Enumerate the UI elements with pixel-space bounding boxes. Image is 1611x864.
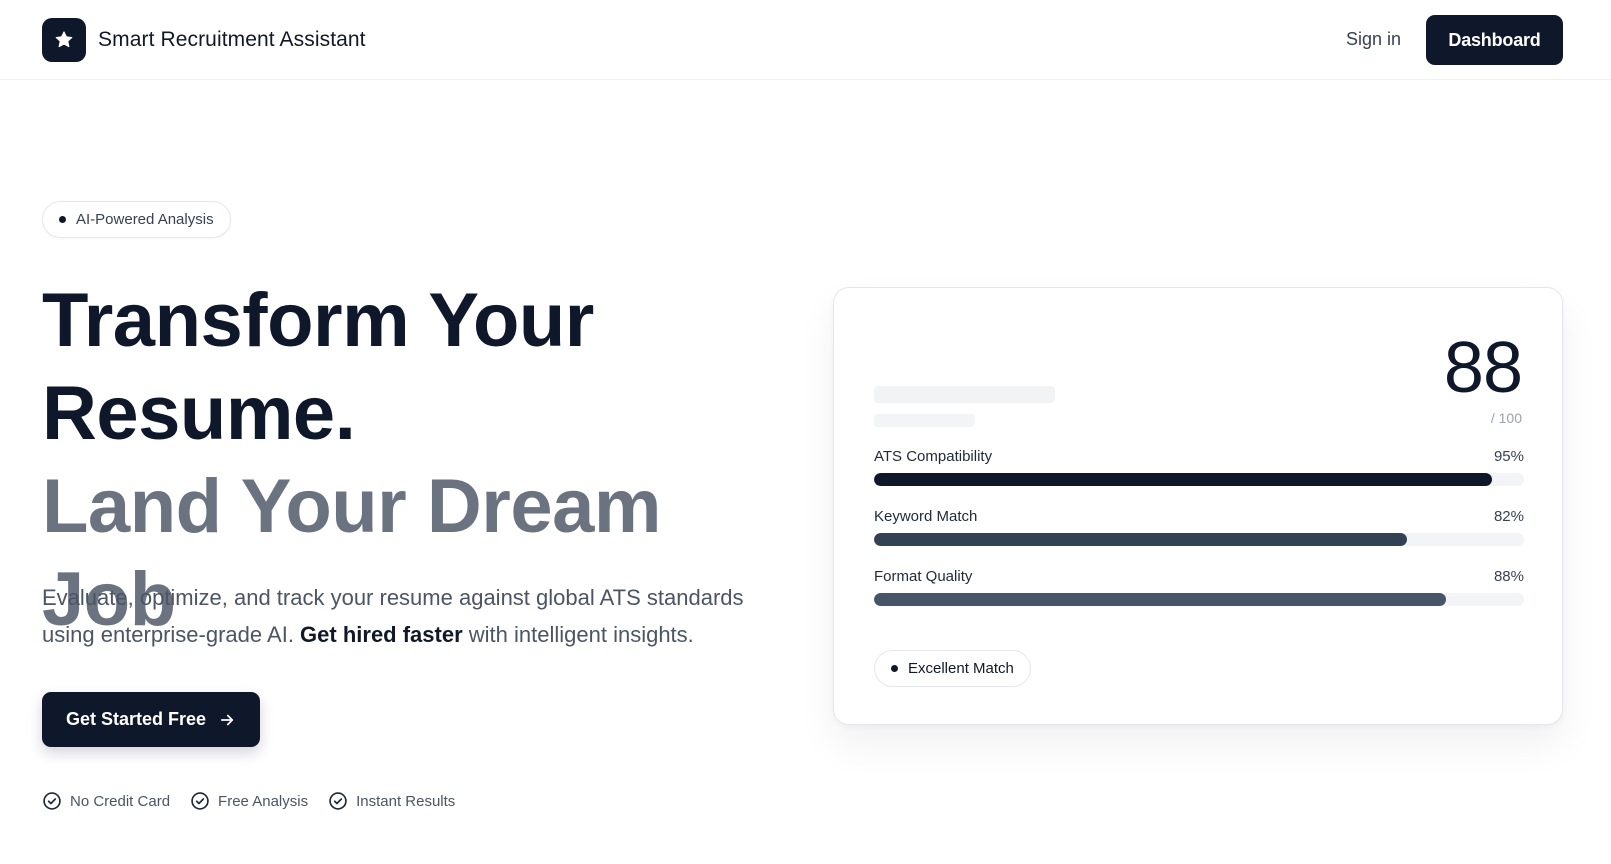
brand[interactable]: Smart Recruitment Assistant xyxy=(42,18,366,62)
progress-fill xyxy=(874,593,1446,606)
metric-label: ATS Compatibility xyxy=(874,448,993,465)
ai-powered-badge: AI-Powered Analysis xyxy=(42,201,231,238)
perk-label: Instant Results xyxy=(356,792,456,810)
hero-description-emphasis: Get hired faster xyxy=(300,622,463,647)
check-circle-icon xyxy=(329,792,347,810)
progress-track xyxy=(874,593,1524,606)
metric-value: 82% xyxy=(1493,508,1524,525)
star-icon xyxy=(42,18,86,62)
perk-item: Instant Results xyxy=(328,791,455,811)
status-badge-label: Excellent Match xyxy=(908,660,1014,677)
metric-label: Keyword Match xyxy=(874,508,978,525)
check-circle-icon xyxy=(43,792,61,810)
app-title: Smart Recruitment Assistant xyxy=(98,28,366,51)
status-badge: Excellent Match xyxy=(874,650,1031,687)
badge-label: AI-Powered Analysis xyxy=(76,211,214,228)
progress-track xyxy=(874,473,1524,486)
hero-description-tail: with intelligent insights. xyxy=(462,622,694,647)
metric-value: 95% xyxy=(1493,448,1524,465)
resume-score-card: 88 / 100 ATS Compatibility 95% Keyword M… xyxy=(833,287,1563,725)
top-navigation-bar: Smart Recruitment Assistant Sign in Dash… xyxy=(0,0,1611,80)
progress-fill xyxy=(874,533,1407,546)
perks-list: No Credit Card Free Analysis Instant Res… xyxy=(42,791,475,811)
hero-description: Evaluate, optimize, and track your resum… xyxy=(42,579,782,653)
metric-keyword-match: Keyword Match 82% xyxy=(874,508,1524,546)
badge-dot-icon xyxy=(59,216,66,223)
hero-title-line-2: Resume. xyxy=(42,371,356,456)
progress-track xyxy=(874,533,1524,546)
placeholder-line xyxy=(874,414,975,427)
metric-format-quality: Format Quality 88% xyxy=(874,568,1524,606)
get-started-label: Get Started Free xyxy=(65,709,207,729)
perk-item: Free Analysis xyxy=(190,791,308,811)
placeholder-line xyxy=(874,386,1055,403)
score-max: / 100 xyxy=(1490,410,1522,426)
metric-ats-compatibility: ATS Compatibility 95% xyxy=(874,448,1524,486)
hero-title-line-1: Transform Your xyxy=(42,278,594,363)
score-value: 88 xyxy=(1443,328,1523,408)
perk-label: No Credit Card xyxy=(70,792,171,810)
perk-item: No Credit Card xyxy=(42,791,170,811)
get-started-button[interactable]: Get Started Free xyxy=(42,692,260,747)
perk-label: Free Analysis xyxy=(218,792,309,810)
check-circle-icon xyxy=(191,792,209,810)
metric-label: Format Quality xyxy=(874,568,973,585)
metric-value: 88% xyxy=(1493,568,1524,585)
status-dot-icon xyxy=(891,665,898,672)
progress-fill xyxy=(874,473,1492,486)
dashboard-button[interactable]: Dashboard xyxy=(1426,15,1563,65)
sign-in-link[interactable]: Sign in xyxy=(1346,29,1401,50)
arrow-right-icon xyxy=(218,711,236,729)
